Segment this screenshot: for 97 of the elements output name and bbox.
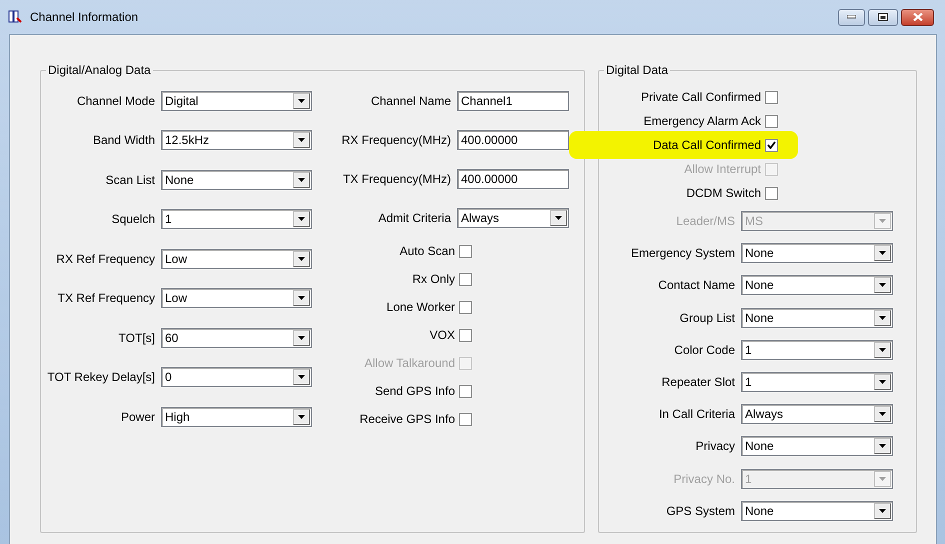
field-label: Contact Name [657,277,736,294]
dropdown[interactable]: 1 [741,340,893,360]
checkbox-label: Lone Worker [386,299,455,316]
field-label: Leader/MS [675,213,736,230]
checkbox[interactable] [459,272,472,286]
maximize-button[interactable] [868,8,898,26]
checkbox[interactable] [459,384,472,398]
dropdown[interactable]: High [161,406,312,427]
dropdown-arrow-icon [298,375,305,380]
dropdown[interactable]: Low [161,288,312,308]
checkbox-label: DCDM Switch [686,185,761,202]
text-field[interactable]: 400.00000 [457,168,569,188]
dropdown[interactable]: None [741,436,893,456]
dropdown-arrow-icon [879,412,886,416]
dropdown[interactable]: Always [741,404,893,424]
dropdown-arrow-icon [298,178,305,182]
field-label: TOT[s] [118,330,156,347]
checkbox[interactable] [459,412,472,426]
checkbox[interactable] [765,138,778,152]
checkbox[interactable] [459,244,472,258]
field-label: Band Width [92,132,156,150]
checkbox-label: Data Call Confirmed [652,137,761,154]
dropdown[interactable]: Low [161,248,312,269]
checkbox[interactable] [459,300,472,314]
field-label: Privacy [694,438,736,456]
close-icon [912,13,922,21]
field-label: TX Frequency(MHz) [342,170,452,188]
field-label: Power [120,408,156,426]
field-label: Squelch [110,211,156,228]
dropdown[interactable]: None [161,170,312,190]
field-label: In Call Criteria [658,406,736,424]
field-label: TX Ref Frequency [56,290,156,308]
checkbox-label: Receive GPS Info [360,411,455,428]
dropdown-arrow-icon [879,348,886,352]
dropdown-arrow-icon [879,251,886,256]
checkbox-label: Allow Interrupt [684,161,761,178]
field-label: Emergency System [630,245,736,262]
checkbox[interactable] [765,90,778,104]
text-field[interactable]: 400.00000 [457,130,569,150]
dropdown[interactable]: None [741,275,893,296]
field-label: RX Ref Frequency [55,250,156,268]
field-label: TOT Rekey Delay[s] [46,369,156,386]
dropdown[interactable]: Always [457,208,569,228]
dropdown-arrow-icon [879,316,886,320]
dropdown-arrow-icon [879,219,886,224]
dropdown-arrow-icon [298,217,305,222]
checkbox-label: VOX [430,327,455,344]
minimize-button[interactable] [838,8,865,26]
dropdown-arrow-icon [298,336,305,340]
close-button[interactable] [901,8,934,26]
field-label: Repeater Slot [660,374,736,392]
dropdown[interactable]: None [741,308,893,328]
dropdown-arrow-icon [298,256,305,261]
dropdown-arrow-icon [298,296,305,300]
field-label: GPS System [665,502,736,520]
checkbox[interactable] [765,114,778,128]
field-label: Channel Name [370,92,452,110]
checkbox[interactable] [459,328,472,342]
dropdown-arrow-icon [298,98,305,103]
dropdown-arrow-icon [555,216,562,220]
checkbox-label: Rx Only [412,271,455,288]
document-icon [8,10,24,24]
dropdown[interactable]: None [741,500,893,521]
window-title: Channel Information [30,9,138,26]
text-field[interactable]: Channel1 [457,90,569,110]
dropdown[interactable]: 12.5kHz [161,130,312,150]
dropdown[interactable]: 0 [161,367,312,388]
dropdown[interactable]: Digital [161,90,312,111]
maximize-icon [878,13,888,21]
dropdown-arrow-icon [298,414,305,419]
group-title: Digital Data [605,62,670,79]
field-label: Privacy No. [672,470,736,488]
checkbox[interactable] [765,186,778,200]
field-label: Channel Mode [76,92,156,110]
checkbox-label: Allow Talkaround [364,355,455,372]
checkbox-label: Send GPS Info [374,383,455,400]
checkmark-icon [767,141,776,149]
dropdown-arrow-icon [879,380,886,384]
dropdown-arrow-icon [879,508,886,513]
group-title: Digital/Analog Data [47,62,152,79]
minimize-icon [847,15,856,19]
dropdown[interactable]: 1 [161,209,312,230]
dropdown-arrow-icon [879,444,886,448]
dropdown[interactable]: 60 [161,328,312,348]
field-label: RX Frequency(MHz) [341,132,452,148]
field-label: Group List [678,310,736,327]
field-label: Color Code [673,342,736,359]
field-label: Admit Criteria [377,210,452,226]
field-label: Scan List [104,172,156,189]
dropdown-arrow-icon [879,283,886,288]
checkbox-label: Private Call Confirmed [640,89,761,106]
dropdown-arrow-icon [298,138,305,142]
dropdown[interactable]: None [741,243,893,264]
dropdown-arrow-icon [879,476,886,481]
checkbox-label: Emergency Alarm Ack [644,113,761,130]
checkbox-label: Auto Scan [400,243,455,260]
dropdown[interactable]: 1 [741,372,893,392]
